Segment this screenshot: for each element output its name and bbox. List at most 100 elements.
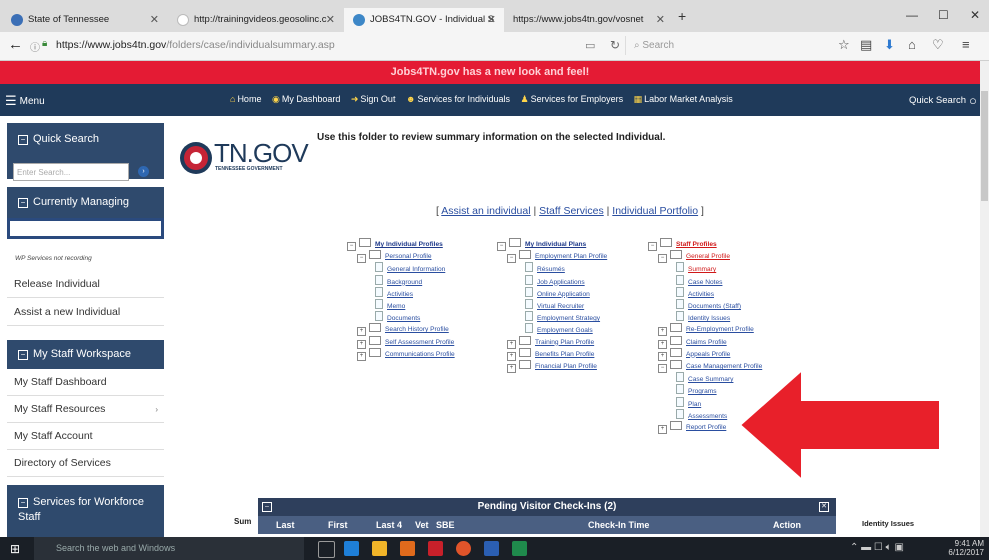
quick-search-button[interactable]: Quick Search ○ bbox=[909, 93, 977, 108]
tree-folder[interactable]: + Training Plan Profile bbox=[507, 335, 594, 349]
tree-header[interactable]: − My Individual Plans bbox=[497, 238, 586, 251]
tree-page[interactable]: Memo bbox=[375, 299, 405, 310]
currently-managing-field[interactable] bbox=[7, 218, 164, 239]
tree-item-label[interactable]: Activities bbox=[688, 291, 714, 298]
tree-item-label[interactable]: Personal Profile bbox=[385, 253, 432, 260]
clock[interactable]: 9:41 AM 6/12/2017 bbox=[940, 539, 984, 557]
collapse-icon[interactable]: − bbox=[648, 242, 657, 251]
tree-header[interactable]: − My Individual Profiles bbox=[347, 238, 443, 251]
tree-folder[interactable]: + Appeals Profile bbox=[658, 347, 730, 361]
close-icon[interactable]: ✕ bbox=[487, 8, 496, 32]
individual-portfolio-link[interactable]: Individual Portfolio bbox=[612, 205, 698, 217]
url-field[interactable]: https://www.jobs4tn.gov/folders/case/ind… bbox=[56, 39, 335, 51]
tree-page[interactable]: Programs bbox=[676, 384, 717, 395]
tree-item-label[interactable]: Case Summary bbox=[688, 376, 733, 383]
close-icon[interactable]: ✕ bbox=[326, 8, 335, 32]
tree-folder[interactable]: + Search History Profile bbox=[357, 323, 449, 337]
tree-item-label[interactable]: Communications Profile bbox=[385, 351, 455, 358]
browser-tab-1[interactable]: State of Tennessee ✕ bbox=[2, 8, 167, 32]
info-icon[interactable]: ⓘ bbox=[30, 39, 40, 54]
tree-page[interactable]: Plan bbox=[676, 396, 701, 408]
staff-resources-link[interactable]: My Staff Resources › bbox=[7, 396, 164, 423]
tree-item-label[interactable]: Search History Profile bbox=[385, 326, 449, 333]
tree-item-label[interactable]: Résumés bbox=[537, 266, 565, 273]
tree-folder[interactable]: + Self Assessment Profile bbox=[357, 335, 454, 349]
tree-page[interactable]: Documents (Staff) bbox=[676, 299, 741, 310]
staff-dashboard-link[interactable]: My Staff Dashboard bbox=[7, 369, 164, 396]
tree-item-label[interactable]: Summary bbox=[688, 266, 716, 273]
windows-start-icon[interactable]: ⊞ bbox=[10, 542, 20, 556]
nav-labor-market[interactable]: ▦ Labor Market Analysis bbox=[634, 94, 733, 104]
reload-icon[interactable]: ↻ bbox=[610, 38, 620, 52]
nav-sign-out[interactable]: ➜ Sign Out bbox=[351, 94, 396, 104]
tree-item-label[interactable]: Documents (Staff) bbox=[688, 303, 741, 310]
tree-header-label[interactable]: My Individual Plans bbox=[525, 241, 586, 248]
file-explorer-icon[interactable] bbox=[372, 541, 387, 556]
expand-icon[interactable]: + bbox=[507, 364, 516, 373]
tree-page[interactable]: Activities bbox=[676, 286, 714, 298]
tree-item-label[interactable]: Plan bbox=[688, 401, 701, 408]
acrobat-icon[interactable] bbox=[428, 541, 443, 556]
staff-services-link[interactable]: Staff Services bbox=[539, 205, 604, 217]
nav-dashboard[interactable]: ◉ My Dashboard bbox=[272, 94, 340, 104]
tree-page[interactable]: Activities bbox=[375, 286, 413, 298]
taskbar-search[interactable]: Search the web and Windows bbox=[34, 537, 304, 560]
back-arrow-icon[interactable]: ← bbox=[8, 36, 23, 53]
col-last4[interactable]: Last 4 bbox=[376, 520, 402, 530]
tree-item-label[interactable]: Activities bbox=[387, 291, 413, 298]
release-individual-link[interactable]: Release Individual bbox=[7, 271, 164, 298]
col-sbe[interactable]: SBE bbox=[436, 520, 455, 530]
close-icon[interactable]: ✕ bbox=[819, 502, 829, 512]
search-go-icon[interactable]: › bbox=[138, 166, 149, 177]
reading-list-icon[interactable]: ▤ bbox=[860, 37, 872, 53]
minimize-icon[interactable]: – bbox=[262, 502, 272, 512]
tree-item-label[interactable]: Case Notes bbox=[688, 279, 722, 286]
edge-icon[interactable] bbox=[344, 541, 359, 556]
tree-folder[interactable]: − Personal Profile bbox=[357, 250, 432, 264]
tree-page[interactable]: Background bbox=[375, 274, 422, 286]
nav-services-employers[interactable]: ♟ Services for Employers bbox=[521, 94, 624, 104]
staff-account-link[interactable]: My Staff Account bbox=[7, 423, 164, 450]
tree-item-label[interactable]: Documents bbox=[387, 315, 420, 322]
tree-item-label[interactable]: Appeals Profile bbox=[686, 351, 730, 358]
tree-item-label[interactable]: Financial Plan Profile bbox=[535, 363, 597, 370]
collapse-icon[interactable]: − bbox=[18, 198, 28, 208]
col-last[interactable]: Last bbox=[276, 520, 295, 530]
tree-item-label[interactable]: Virtual Recruiter bbox=[537, 303, 584, 310]
tree-item-label[interactable]: Assessments bbox=[688, 413, 727, 420]
tree-folder[interactable]: + Report Profile bbox=[658, 421, 726, 434]
tree-page[interactable]: Online Application bbox=[525, 286, 590, 298]
tree-header-label[interactable]: My Individual Profiles bbox=[375, 241, 443, 248]
tree-item-label[interactable]: Claims Profile bbox=[686, 339, 727, 346]
tree-item-label[interactable]: Employment Strategy bbox=[537, 315, 600, 322]
assist-individual-link[interactable]: Assist an individual bbox=[441, 205, 530, 217]
staff-workspace-header[interactable]: − My Staff Workspace bbox=[7, 340, 164, 369]
col-first[interactable]: First bbox=[328, 520, 348, 530]
tree-page[interactable]: Summary bbox=[676, 262, 716, 273]
page-scrollbar[interactable] bbox=[980, 61, 989, 537]
tree-item-label[interactable]: Self Assessment Profile bbox=[385, 339, 454, 346]
collapse-icon[interactable]: − bbox=[658, 254, 667, 264]
quick-search-input[interactable]: Enter Search... bbox=[13, 163, 129, 181]
tree-folder[interactable]: + Claims Profile bbox=[658, 335, 727, 349]
tree-item-label[interactable]: Case Management Profile bbox=[686, 363, 762, 370]
directory-of-services-link[interactable]: Directory of Services bbox=[7, 450, 164, 477]
tree-item-label[interactable]: Online Application bbox=[537, 291, 590, 298]
browser-tab-4[interactable]: https://www.jobs4tn.gov/vosnet ✕ bbox=[505, 8, 673, 32]
new-tab-button[interactable]: + bbox=[678, 8, 686, 24]
tree-folder[interactable]: + Benefits Plan Profile bbox=[507, 347, 594, 361]
collapse-icon[interactable]: − bbox=[658, 364, 667, 373]
tree-folder[interactable]: − General Profile bbox=[658, 250, 730, 264]
word-icon[interactable] bbox=[484, 541, 499, 556]
window-close-icon[interactable]: ✕ bbox=[970, 8, 980, 22]
tree-page[interactable]: Employment Goals bbox=[525, 323, 593, 334]
col-checkin-time[interactable]: Check-In Time bbox=[588, 520, 649, 530]
tree-item-label[interactable]: Employment Plan Profile bbox=[535, 253, 607, 260]
download-icon[interactable]: ⬇ bbox=[884, 37, 895, 53]
tree-header[interactable]: − Staff Profiles bbox=[648, 238, 717, 251]
expand-icon[interactable]: + bbox=[357, 351, 366, 361]
currently-managing-header[interactable]: − Currently Managing bbox=[7, 187, 164, 218]
maximize-icon[interactable]: ☐ bbox=[938, 8, 949, 22]
browser-menu-icon[interactable]: ≡ bbox=[962, 37, 970, 52]
col-vet[interactable]: Vet bbox=[415, 520, 429, 530]
